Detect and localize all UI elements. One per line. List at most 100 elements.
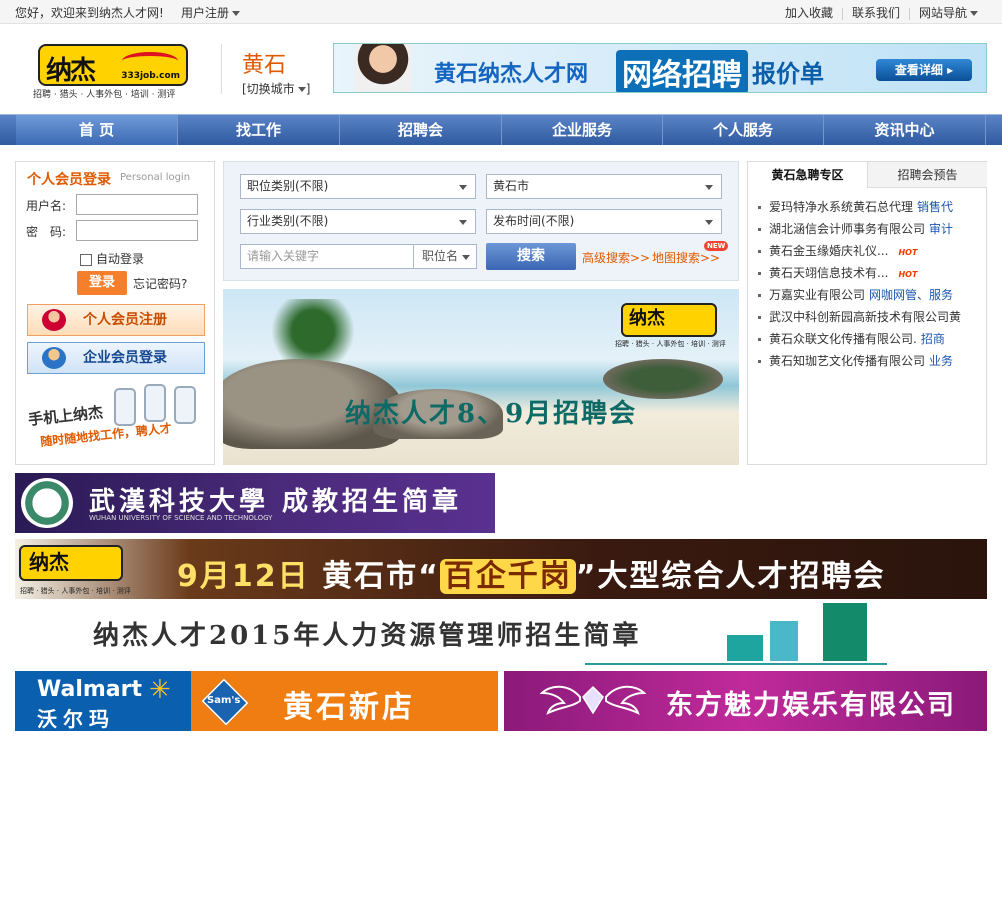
keyword-type-select[interactable]: 职位名 — [413, 244, 477, 269]
apple-phone-icon — [144, 384, 166, 422]
wust-banner-title: 武漢科技大學 成教招生简章 — [89, 487, 463, 517]
chevron-down-icon — [970, 11, 978, 16]
map-search-link[interactable]: 地图搜索>> — [652, 249, 720, 266]
city-select[interactable]: 黄石市 — [486, 174, 722, 199]
list-item[interactable]: 黄石金玉缘婚庆礼仪... HOT — [758, 240, 986, 262]
switch-city-button[interactable]: [切换城市] — [242, 80, 310, 97]
contact-us-link[interactable]: 联系我们 — [852, 6, 900, 20]
advanced-search-link[interactable]: 高级搜索>> — [582, 249, 650, 266]
banner-logo: 纳杰 — [621, 303, 717, 337]
university-emblem-icon — [21, 478, 73, 528]
ad-highlight: 网络招聘 — [616, 50, 748, 92]
nav-job-fair[interactable]: 招聘会 — [340, 115, 502, 145]
company-name: 黄石金玉缘婚庆礼仪... — [769, 244, 889, 258]
dongfang-banner-title: 东方魅力娱乐有限公司 — [666, 690, 956, 721]
job-tag: 审计 — [929, 222, 954, 236]
android-phone-icon — [174, 386, 196, 424]
nav-personal-service[interactable]: 个人服务 — [663, 115, 824, 145]
list-item[interactable]: 万嘉实业有限公司 网咖网管、服务 — [758, 284, 986, 306]
personal-register-button[interactable]: 个人会员注册 — [27, 304, 205, 336]
logo-tagline: 招聘 · 猎头 · 人事外包 · 培训 · 测评 — [33, 90, 176, 100]
building-graphic — [823, 603, 867, 661]
industry-value: 行业类别(不限) — [247, 214, 329, 228]
job-tag: 销售代 — [917, 200, 954, 214]
person-icon — [42, 309, 66, 331]
username-input[interactable] — [76, 194, 198, 215]
chevron-down-icon — [297, 87, 306, 92]
add-favorite-link[interactable]: 加入收藏 — [785, 6, 833, 20]
banner-logo: 纳杰 — [19, 545, 123, 581]
banner-logo-tagline: 招聘 · 猎头 · 人事外包 · 培训 · 测评 — [20, 587, 131, 595]
bridge-line-graphic — [585, 663, 887, 665]
tab-urgent-jobs[interactable]: 黄石急聘专区 — [748, 162, 867, 188]
ad-subtitle: 报价单 — [752, 60, 824, 88]
logo-domain: 333job.com — [121, 71, 180, 81]
site-nav-label: 网站导航 — [918, 6, 967, 20]
search-button[interactable]: 搜索 — [486, 243, 576, 270]
header-ad-banner[interactable]: 黄石纳杰人才网 网络招聘 报价单 查看详细 ▸ — [333, 43, 987, 93]
job-fair-banner[interactable]: 纳杰 招聘 · 猎头 · 人事外包 · 培训 · 测评 9月12日 黄石市“ 百企… — [15, 539, 987, 599]
company-name: 武汉中科创新园高新技术有限公司黄 — [769, 310, 962, 324]
job-tag: 招商 — [920, 332, 945, 346]
site-logo[interactable]: 纳杰 333job.com — [38, 44, 188, 86]
nav-find-job[interactable]: 找工作 — [178, 115, 340, 145]
company-login-button[interactable]: 企业会员登录 — [27, 342, 205, 374]
hr-manager-admissions-banner[interactable]: 纳杰人才2015年人力资源管理师招生简章 — [15, 603, 987, 667]
wust-admissions-banner[interactable]: 武漢科技大學 成教招生简章 WUHAN UNIVERSITY OF SCIENC… — [15, 473, 495, 533]
keyword-input[interactable]: 请输入关键字 — [240, 244, 414, 269]
job-search-box: 职位类别(不限) 黄石市 行业类别(不限) 发布时间(不限) 请输入关键字 职位… — [223, 161, 739, 281]
nav-enterprise-service[interactable]: 企业服务 — [502, 115, 663, 145]
list-item[interactable]: 黄石天翊信息技术有... HOT — [758, 262, 986, 284]
nav-home[interactable]: 首 页 — [16, 115, 178, 145]
walmart-logo-cn: 沃尔玛 — [37, 707, 115, 731]
keyword-type-value: 职位名 — [422, 249, 459, 263]
user-register-menu[interactable]: 用户注册 — [181, 4, 241, 21]
tab-job-fair-preview[interactable]: 招聘会预告 — [867, 162, 987, 188]
publish-time-select[interactable]: 发布时间(不限) — [486, 209, 722, 234]
list-item[interactable]: 黄石知珈艺文化传播有限公司 业务 — [758, 350, 986, 372]
auto-login-checkbox[interactable]: 自动登录 — [80, 250, 144, 267]
checkbox-icon — [80, 253, 92, 266]
current-city: 黄石 — [242, 53, 287, 78]
list-item[interactable]: 湖北涵信会计师事务有限公司 审计 — [758, 218, 986, 240]
top-links: 加入收藏 联系我们 网站导航 — [785, 4, 978, 21]
hr-banner-title: 纳杰人才2015年人力资源管理师招生简章 — [93, 621, 642, 651]
dongfang-entertainment-banner[interactable]: 东方魅力娱乐有限公司 — [504, 671, 987, 731]
banner-slogan: 纳杰人才8、9月招聘会 — [345, 399, 638, 429]
walmart-banner[interactable]: Walmart ✳ 沃尔玛 Sam's 黄石新店 — [15, 671, 498, 731]
site-nav-menu[interactable]: 网站导航 — [919, 6, 978, 20]
switch-city-label: [切换城市 — [242, 82, 295, 96]
publish-time-value: 发布时间(不限) — [493, 214, 575, 228]
mobile-promo-title[interactable]: 手机上纳杰 — [27, 401, 104, 430]
job-category-value: 职位类别(不限) — [247, 179, 329, 193]
bullet-icon — [758, 294, 761, 297]
job-category-select[interactable]: 职位类别(不限) — [240, 174, 476, 199]
hot-badge: HOT — [898, 270, 918, 279]
list-item[interactable]: 爱玛特净水系统黄石总代理 销售代 — [758, 196, 986, 218]
job-fair-beach-banner[interactable]: 纳杰 招聘 · 猎头 · 人事外包 · 培训 · 测评 纳杰人才8、9月招聘会 — [223, 289, 739, 465]
new-badge: NEW — [704, 241, 729, 251]
banner-logo-tagline: 招聘 · 猎头 · 人事外包 · 培训 · 测评 — [615, 340, 726, 348]
company-login-label: 企业会员登录 — [83, 350, 167, 366]
job-tag: 业务 — [929, 354, 954, 368]
login-title: 个人会员登录 — [27, 172, 111, 188]
chevron-down-icon — [705, 185, 713, 190]
bullet-icon — [758, 250, 761, 253]
industry-select[interactable]: 行业类别(不限) — [240, 209, 476, 234]
forgot-password-link[interactable]: 忘记密码? — [133, 275, 187, 292]
password-input[interactable] — [76, 220, 198, 241]
building-graphic — [727, 635, 763, 661]
list-item[interactable]: 黄石众联文化传播有限公司. 招商 — [758, 328, 986, 350]
model-photo — [354, 44, 412, 92]
auto-login-label: 自动登录 — [96, 252, 145, 266]
list-item[interactable]: 武汉中科创新园高新技术有限公司黄 — [758, 306, 986, 328]
nav-news-center[interactable]: 资讯中心 — [824, 115, 986, 145]
company-user-icon — [42, 347, 66, 369]
login-button[interactable]: 登录 — [77, 271, 127, 295]
job-fair-highlight: 百企千岗 — [439, 559, 576, 594]
company-name: 万嘉实业有限公司 — [769, 288, 866, 302]
view-details-button[interactable]: 查看详细 ▸ — [876, 59, 972, 81]
bullet-icon — [758, 206, 761, 209]
city-value: 黄石市 — [493, 179, 530, 193]
password-label: 密 码: — [26, 225, 67, 239]
